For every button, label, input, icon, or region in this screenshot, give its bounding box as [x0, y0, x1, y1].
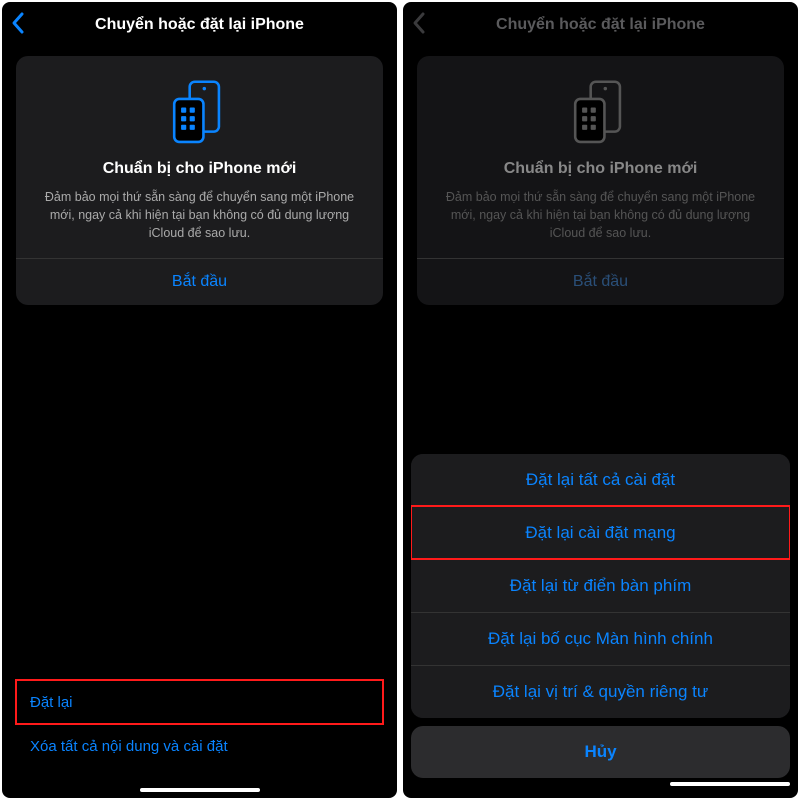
- screen-step-2: Chuyển hoặc đặt lại iPhone Chuẩn bị cho …: [403, 2, 798, 798]
- home-indicator[interactable]: [140, 788, 260, 792]
- migrate-icon: [433, 76, 768, 146]
- prepare-card-title: Chuẩn bị cho iPhone mới: [32, 160, 367, 178]
- reset-row[interactable]: Đặt lại: [16, 680, 383, 724]
- prepare-card-desc: Đảm bảo mọi thứ sẵn sàng để chuyển sang …: [32, 188, 367, 242]
- nav-bar: Chuyển hoặc đặt lại iPhone: [2, 2, 397, 48]
- prepare-card-title: Chuẩn bị cho iPhone mới: [433, 160, 768, 178]
- reset-location-privacy[interactable]: Đặt lại vị trí & quyền riêng tư: [411, 665, 790, 718]
- get-started-button: Bắt đầu: [433, 259, 768, 305]
- page-title: Chuyển hoặc đặt lại iPhone: [403, 16, 798, 34]
- page-title: Chuyển hoặc đặt lại iPhone: [2, 16, 397, 34]
- home-indicator[interactable]: [670, 782, 790, 786]
- reset-home-screen-layout[interactable]: Đặt lại bố cục Màn hình chính: [411, 612, 790, 665]
- prepare-card: Chuẩn bị cho iPhone mới Đảm bảo mọi thứ …: [16, 56, 383, 305]
- reset-all-settings[interactable]: Đặt lại tất cả cài đặt: [411, 454, 790, 506]
- back-button[interactable]: [10, 11, 40, 40]
- reset-action-sheet: Đặt lại tất cả cài đặt Đặt lại cài đặt m…: [411, 454, 790, 792]
- nav-bar: Chuyển hoặc đặt lại iPhone: [403, 2, 798, 48]
- prepare-card-desc: Đảm bảo mọi thứ sẵn sàng để chuyển sang …: [433, 188, 768, 242]
- reset-options-group: Đặt lại tất cả cài đặt Đặt lại cài đặt m…: [411, 454, 790, 718]
- cancel-button[interactable]: Hủy: [411, 726, 790, 778]
- reset-keyboard-dictionary[interactable]: Đặt lại từ điển bàn phím: [411, 559, 790, 612]
- bottom-options: Đặt lại Xóa tất cả nội dung và cài đặt: [16, 680, 383, 768]
- reset-network-settings[interactable]: Đặt lại cài đặt mạng: [411, 506, 790, 559]
- screen-step-1: Chuyển hoặc đặt lại iPhone Chuẩn bị cho …: [2, 2, 397, 798]
- back-button: [411, 11, 441, 40]
- migrate-icon: [32, 76, 367, 146]
- prepare-card: Chuẩn bị cho iPhone mới Đảm bảo mọi thứ …: [417, 56, 784, 305]
- erase-all-row[interactable]: Xóa tất cả nội dung và cài đặt: [16, 724, 383, 768]
- get-started-button[interactable]: Bắt đầu: [32, 259, 367, 305]
